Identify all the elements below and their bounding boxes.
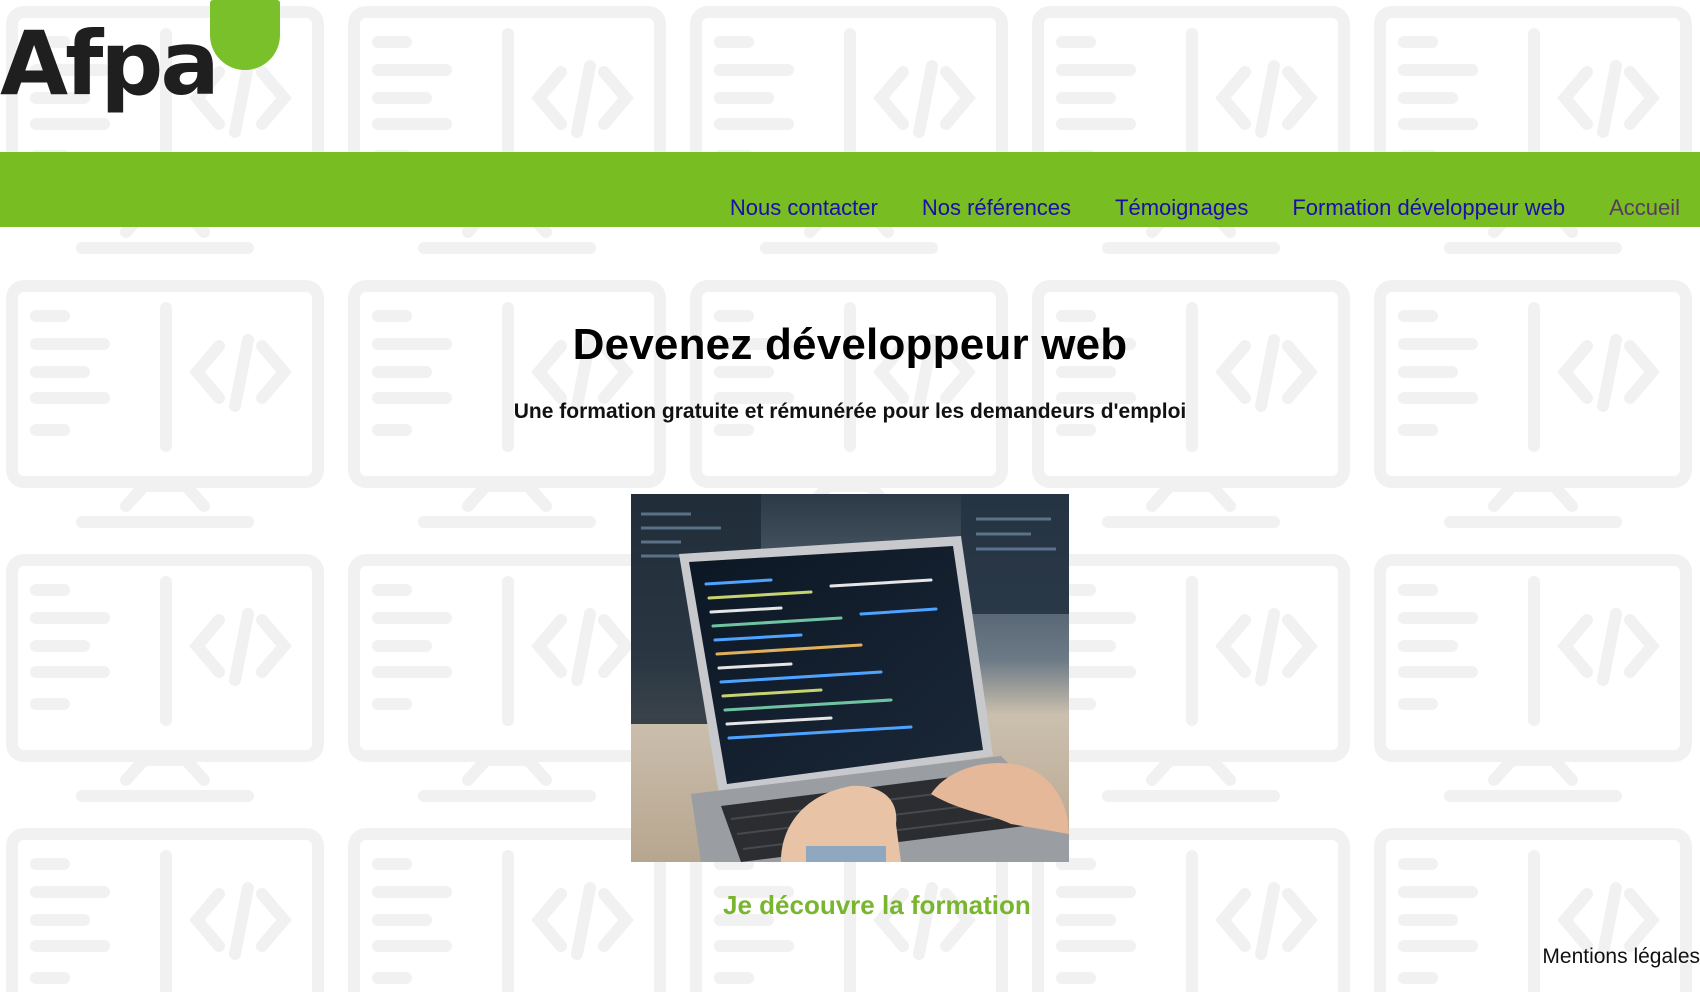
- laptop-with-code-photo-icon: [631, 494, 1069, 862]
- legal-notice-link[interactable]: Mentions légales: [1542, 945, 1700, 969]
- hero-section: Devenez développeur web Une formation gr…: [0, 320, 1700, 424]
- nav-link-contact[interactable]: Nous contacter: [730, 195, 878, 220]
- nav-item-home: Accueil: [1609, 195, 1680, 221]
- nav-item-references: Nos références: [922, 195, 1071, 221]
- nav-list: Nous contacter Nos références Témoignage…: [730, 195, 1680, 221]
- page-subtitle: Une formation gratuite et rémunérée pour…: [513, 400, 1187, 423]
- nav-link-home[interactable]: Accueil: [1609, 195, 1680, 220]
- nav-link-training[interactable]: Formation développeur web: [1292, 195, 1565, 220]
- nav-item-training: Formation développeur web: [1292, 195, 1565, 221]
- nav-item-testimonials: Témoignages: [1115, 195, 1248, 221]
- nav-link-testimonials[interactable]: Témoignages: [1115, 195, 1248, 220]
- nav-item-contact: Nous contacter: [730, 195, 878, 221]
- leaf-icon: [210, 0, 280, 70]
- afpa-logo[interactable]: Afpa: [0, 0, 290, 150]
- discover-training-link[interactable]: Je découvre la formation: [723, 890, 1031, 921]
- main-navbar: Nous contacter Nos références Témoignage…: [0, 152, 1700, 227]
- laptop-code-image: [631, 494, 1069, 862]
- page-title: Devenez développeur web: [572, 320, 1128, 369]
- nav-link-references[interactable]: Nos références: [922, 195, 1071, 220]
- logo-text: Afpa: [0, 12, 220, 115]
